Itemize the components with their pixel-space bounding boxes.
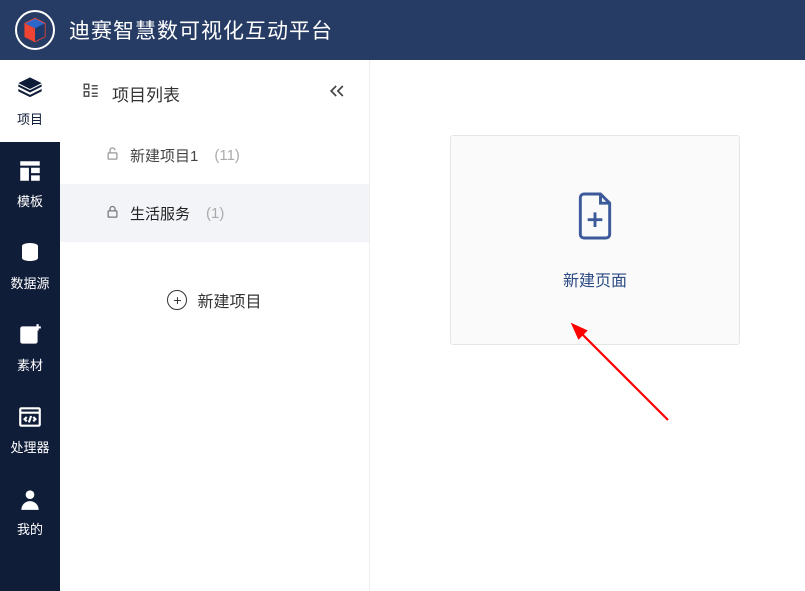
- template-icon: [16, 157, 44, 185]
- image-plus-icon: [16, 321, 44, 349]
- lock-open-icon: [105, 146, 120, 165]
- project-item[interactable]: 生活服务 (1): [60, 184, 369, 242]
- content-area: 新建页面: [370, 60, 805, 591]
- sidebar-item-mine[interactable]: 我的: [0, 470, 60, 552]
- sidebar-item-label: 我的: [17, 519, 43, 538]
- new-project-label: 新建项目: [197, 288, 261, 312]
- app-logo: [15, 10, 55, 50]
- new-page-label: 新建页面: [563, 267, 627, 291]
- project-list-title: 项目列表: [112, 81, 180, 106]
- app-title: 迪赛智慧数可视化互动平台: [69, 15, 333, 45]
- project-list-header: 项目列表: [60, 60, 369, 126]
- code-window-icon: [16, 403, 44, 431]
- sidebar-item-label: 素材: [17, 355, 43, 374]
- app-header: 迪赛智慧数可视化互动平台: [0, 0, 805, 60]
- new-page-card[interactable]: 新建页面: [450, 135, 740, 345]
- sidebar-item-template[interactable]: 模板: [0, 142, 60, 224]
- sidebar-item-assets[interactable]: 素材: [0, 306, 60, 388]
- sidebar-item-label: 模板: [17, 191, 43, 210]
- lock-icon: [105, 204, 120, 223]
- layers-icon: [16, 75, 44, 103]
- sidebar-item-project[interactable]: 项目: [0, 60, 60, 142]
- new-project-button[interactable]: + 新建项目: [60, 260, 369, 340]
- sidebar-item-label: 数据源: [10, 273, 49, 292]
- sidebar-item-label: 处理器: [10, 437, 49, 456]
- sidebar-item-datasource[interactable]: 数据源: [0, 224, 60, 306]
- icon-sidebar: 项目 模板 数据源 素材 处理器: [0, 60, 60, 591]
- list-grid-icon: [82, 82, 100, 105]
- project-name: 新建项目1: [130, 145, 198, 166]
- sidebar-item-processor[interactable]: 处理器: [0, 388, 60, 470]
- plus-circle-icon: +: [167, 290, 187, 310]
- collapse-button[interactable]: [327, 83, 347, 104]
- project-list-panel: 项目列表 新建项目1 (11) 生活服务 (1) + 新建项目: [60, 60, 370, 591]
- project-count: (11): [214, 147, 240, 164]
- project-item[interactable]: 新建项目1 (11): [60, 126, 369, 184]
- file-plus-icon: [573, 190, 617, 247]
- sidebar-item-label: 项目: [17, 109, 43, 128]
- person-icon: [16, 485, 44, 513]
- database-icon: [16, 239, 44, 267]
- project-name: 生活服务: [130, 203, 190, 224]
- project-count: (1): [206, 205, 224, 222]
